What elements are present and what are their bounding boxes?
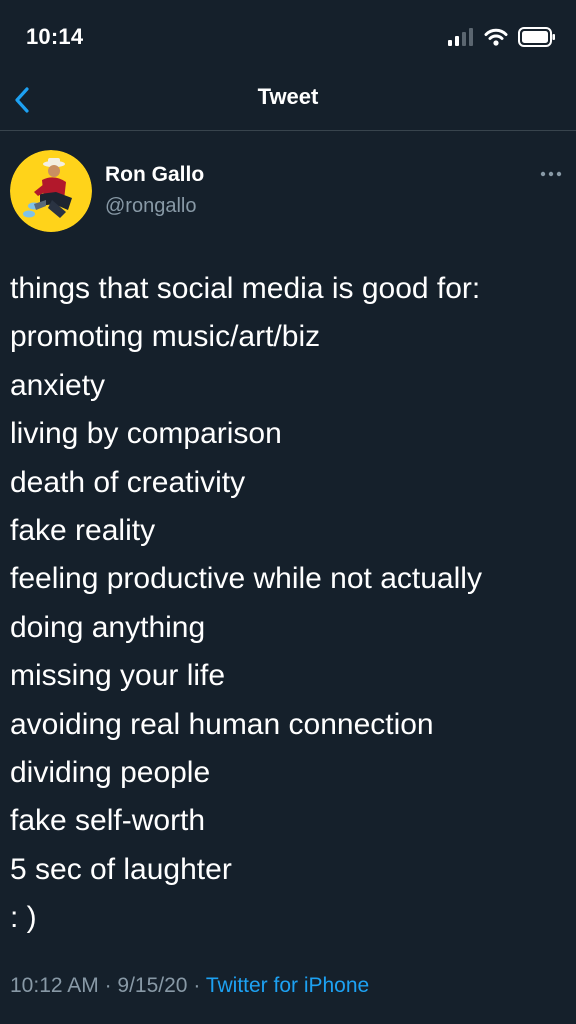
tweet-line: : ): [10, 901, 37, 935]
meta-separator: ·: [193, 974, 201, 997]
tweet-source-link[interactable]: Twitter for iPhone: [206, 974, 369, 997]
tweet-date: 9/15/20: [117, 974, 188, 997]
page-title: Tweet: [257, 84, 319, 109]
tweet-line: anxiety: [10, 368, 106, 402]
avatar[interactable]: [10, 150, 92, 232]
tweet-line: death of creativity: [10, 465, 246, 499]
more-icon: [540, 171, 562, 177]
tweet-detail-screen: 10:14 Tweet Ron Gallo @rongallo things t…: [0, 0, 576, 1024]
battery-icon: [518, 27, 555, 47]
tweet-line: living by comparison: [10, 417, 282, 451]
author-name[interactable]: Ron Gallo: [105, 163, 204, 187]
tweet-line: things that social media is good for:: [10, 272, 481, 305]
tweet-line: missing your life: [10, 659, 226, 693]
avatar-image: [10, 150, 92, 232]
tweet-line: promoting music/art/biz: [10, 320, 321, 354]
status-bar: 10:14: [0, 0, 576, 72]
cellular-signal-icon: [448, 28, 473, 46]
tweet-line: fake self-worth: [10, 804, 206, 838]
nav-bar: Tweet: [0, 72, 576, 131]
author-handle[interactable]: @rongallo: [105, 195, 196, 218]
tweet-line: fake reality: [10, 513, 156, 547]
meta-separator: ·: [104, 974, 112, 997]
tweet-line: dividing people: [10, 755, 211, 789]
tweet-line: avoiding real human connection: [10, 707, 434, 741]
status-icons: [448, 26, 556, 48]
status-time: 10:14: [26, 24, 84, 49]
wifi-icon: [484, 28, 508, 46]
tweet-meta: 10:12 AM · 9/15/20 · Twitter for iPhone: [10, 974, 369, 998]
tweet-line: feeling productive while not actually: [10, 562, 482, 596]
more-options-button[interactable]: [536, 162, 566, 186]
tweet-line: doing anything: [10, 610, 206, 644]
tweet-time: 10:12 AM: [10, 974, 99, 997]
tweet-line: 5 sec of laughter: [10, 852, 232, 886]
tweet-text: things that social media is good for: pr…: [10, 265, 570, 942]
